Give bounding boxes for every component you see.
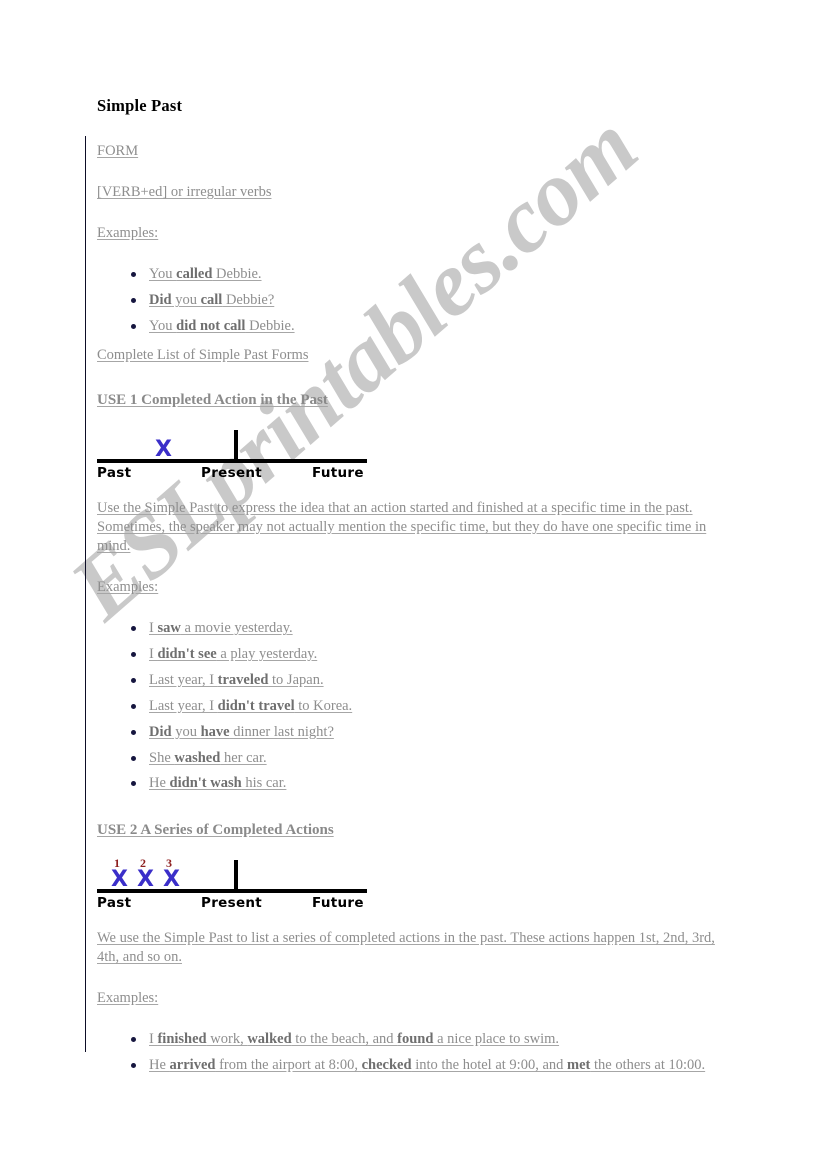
- timeline-present-tick: [234, 860, 238, 891]
- document-content: Simple Past FORM [VERB+ed] or irregular …: [97, 96, 737, 1085]
- bullet-icon: [131, 652, 136, 658]
- use2-timeline: Past Present Future X1X2X3: [97, 851, 387, 912]
- list-item-text: You called Debbie.: [149, 266, 262, 283]
- use2-examples-list: I finished work, walked to the beach, an…: [97, 1030, 737, 1075]
- list-item-text: Last year, I traveled to Japan.: [149, 672, 324, 689]
- list-item-text: I saw a movie yesterday.: [149, 620, 293, 637]
- list-item-text: I finished work, walked to the beach, an…: [149, 1031, 560, 1048]
- list-item: Last year, I traveled to Japan.: [97, 671, 737, 690]
- complete-list-link[interactable]: Complete List of Simple Past Forms: [97, 346, 737, 365]
- list-item-text: He didn't wash his car.: [149, 775, 287, 792]
- list-item: I didn't see a play yesterday.: [97, 645, 737, 664]
- bullet-icon: [131, 781, 136, 787]
- use2-examples-label: Examples:: [97, 990, 159, 1007]
- use2-heading: USE 2 A Series of Completed Actions: [97, 822, 334, 839]
- form-examples-label: Examples:: [97, 225, 159, 242]
- list-item-text: Last year, I didn't travel to Korea.: [149, 697, 353, 714]
- timeline-x-mark: X: [155, 436, 172, 462]
- bullet-icon: [131, 703, 136, 709]
- worksheet-page: Simple Past FORM [VERB+ed] or irregular …: [0, 0, 821, 1169]
- bullet-icon: [131, 298, 136, 304]
- timeline-label-present: Present: [201, 895, 263, 912]
- list-item-text: Did you call Debbie?: [149, 292, 275, 309]
- list-item-text: I didn't see a play yesterday.: [149, 646, 318, 663]
- timeline-x-mark: X: [137, 867, 154, 893]
- list-item: He arrived from the airport at 8:00, che…: [97, 1056, 737, 1075]
- list-item: I finished work, walked to the beach, an…: [97, 1030, 737, 1049]
- form-examples-list: You called Debbie. Did you call Debbie? Yo…: [97, 265, 737, 336]
- list-item: You called Debbie.: [97, 265, 737, 284]
- bullet-icon: [131, 626, 136, 632]
- list-item-text: She washed her car.: [149, 749, 267, 766]
- use1-body: Use the Simple Past to express the idea …: [97, 499, 707, 555]
- form-heading: FORM: [97, 143, 139, 159]
- list-item-text: He arrived from the airport at 8:00, che…: [149, 1057, 706, 1074]
- list-item: She washed her car.: [97, 749, 737, 768]
- page-title: Simple Past: [97, 96, 183, 115]
- list-item-text: Did you have dinner last night?: [149, 723, 334, 740]
- timeline-x-mark: X: [111, 867, 128, 893]
- list-item: I saw a movie yesterday.: [97, 619, 737, 638]
- timeline-label-future: Future: [312, 895, 364, 912]
- list-item: Did you have dinner last night?: [97, 723, 737, 742]
- timeline-present-tick: [234, 429, 238, 460]
- use1-heading: USE 1 Completed Action in the Past: [97, 392, 328, 409]
- use1-examples-label: Examples:: [97, 579, 159, 596]
- timeline-mark-number: 2: [140, 856, 146, 871]
- bullet-icon: [131, 1037, 136, 1043]
- use1-timeline: Past Present Future X: [97, 421, 387, 481]
- timeline-label-past: Past: [97, 464, 132, 481]
- bullet-icon: [131, 729, 136, 735]
- timeline-mark-number: 1: [114, 856, 120, 871]
- bullet-icon: [131, 1063, 136, 1069]
- bullet-icon: [131, 755, 136, 761]
- timeline-mark-number: 3: [166, 856, 172, 871]
- bullet-icon: [131, 678, 136, 684]
- list-item: Last year, I didn't travel to Korea.: [97, 697, 737, 716]
- list-item-text: You did not call Debbie.: [149, 318, 295, 335]
- timeline-label-future: Future: [312, 464, 364, 481]
- use1-examples-list: I saw a movie yesterday. I didn't see a p…: [97, 619, 737, 793]
- timeline-label-past: Past: [97, 895, 132, 912]
- use2-body: We use the Simple Past to list a series …: [97, 930, 715, 966]
- timeline-axis: [97, 458, 367, 463]
- timeline-label-present: Present: [201, 464, 263, 481]
- list-item: Did you call Debbie?: [97, 291, 737, 310]
- list-item: You did not call Debbie.: [97, 317, 737, 336]
- list-item: He didn't wash his car.: [97, 774, 737, 793]
- bullet-icon: [131, 272, 136, 278]
- form-formula: [VERB+ed] or irregular verbs: [97, 184, 272, 201]
- bullet-icon: [131, 324, 136, 330]
- timeline-x-mark: X: [163, 867, 180, 893]
- left-margin-rule: [85, 136, 86, 1052]
